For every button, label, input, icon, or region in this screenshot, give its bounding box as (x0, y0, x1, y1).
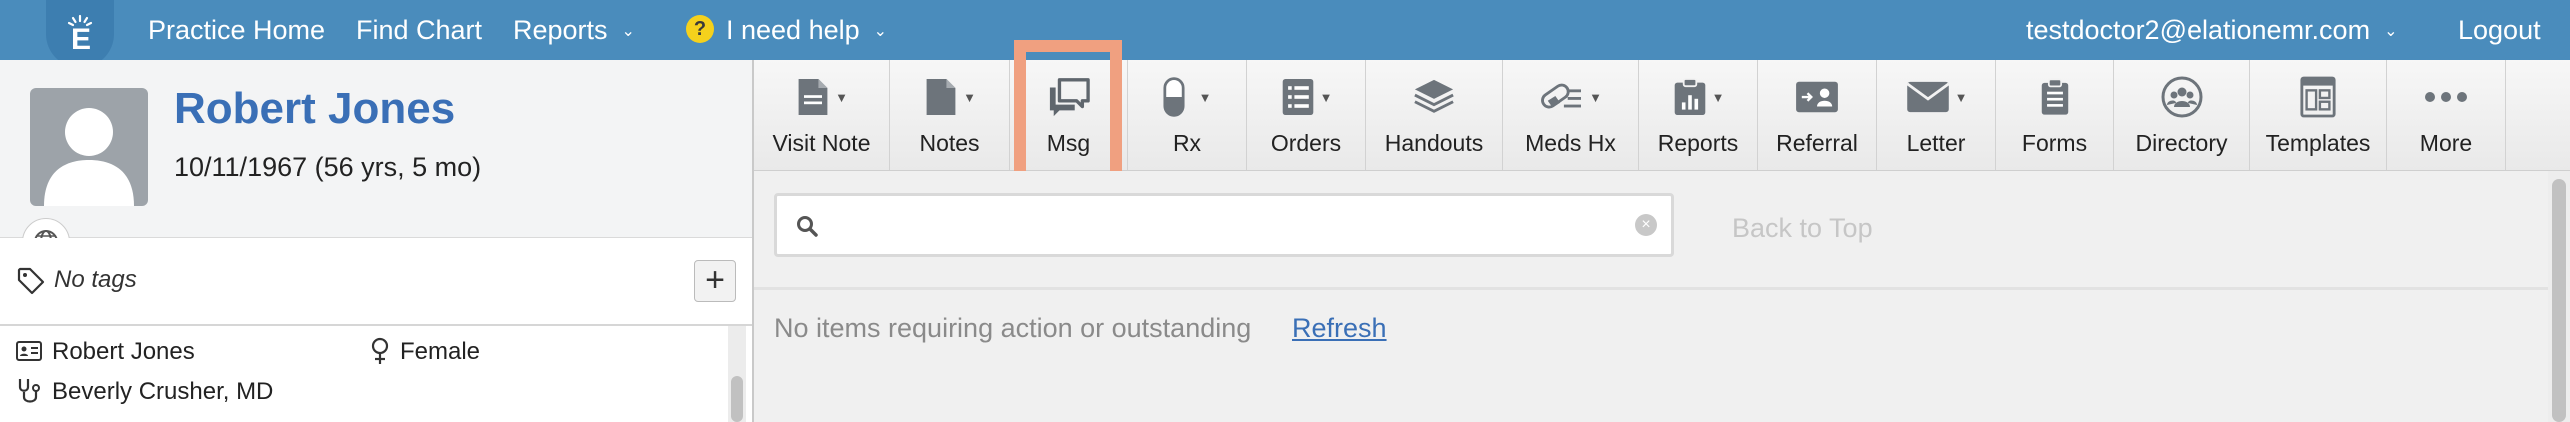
pill-icon (1163, 77, 1185, 117)
divider (754, 287, 2548, 290)
sidebar-scrollbar[interactable] (728, 326, 746, 422)
user-email: testdoctor2@elationemr.com (2026, 15, 2371, 45)
msg-button[interactable]: Msg (1010, 60, 1128, 170)
patient-info: Robert Jones Female Beverly Crusher, MD (0, 326, 726, 422)
layers-icon (1414, 79, 1454, 113)
note-icon (926, 79, 956, 115)
visit-note-label: Visit Note (772, 130, 871, 156)
nav-find-chart[interactable]: Find Chart (356, 0, 482, 60)
logout-link[interactable]: Logout (2458, 0, 2541, 60)
refresh-link[interactable]: Refresh (1292, 313, 1387, 344)
referral-button[interactable]: Referral (1758, 60, 1877, 170)
caret-down-icon: ▼ (963, 89, 976, 105)
notes-button[interactable]: ▼ Notes (890, 60, 1010, 170)
info-sex-row: Female (370, 337, 481, 367)
tag-icon (17, 267, 45, 295)
main-content: × Back to Top No items requiring action … (754, 171, 2548, 422)
nav-help-label: I need help (726, 15, 860, 45)
tags-label: No tags (54, 266, 137, 293)
search-input[interactable] (829, 204, 1613, 248)
envelope-icon (1905, 81, 1950, 113)
nav-practice-home[interactable]: Practice Home (148, 0, 325, 60)
caret-down-icon: ▼ (1711, 89, 1725, 105)
templates-label: Templates (2265, 130, 2371, 156)
chevron-down-icon: ⌄ (2384, 22, 2398, 40)
clipboard-chart-icon (1674, 78, 1705, 115)
info-provider: Beverly Crusher, MD (52, 378, 274, 405)
letter-button[interactable]: ▼ Letter (1877, 60, 1996, 170)
orders-list-icon (1282, 79, 1313, 115)
more-button[interactable]: More (2387, 60, 2506, 170)
back-to-top-link[interactable]: Back to Top (1732, 213, 1873, 244)
logo-icon: E (67, 14, 93, 54)
directory-label: Directory (2135, 130, 2228, 156)
clear-icon[interactable]: × (1635, 214, 1657, 236)
meds-hx-button[interactable]: ▼ Meds Hx (1503, 60, 1639, 170)
templates-icon (2300, 76, 2336, 118)
patient-sidebar: Robert Jones 10/11/1967 (56 yrs, 5 mo) N… (0, 60, 754, 422)
msg-label: Msg (1046, 130, 1091, 156)
patient-header: Robert Jones 10/11/1967 (56 yrs, 5 mo) (0, 60, 752, 266)
patient-tags: No tags + (0, 238, 752, 326)
more-label: More (2419, 130, 2473, 156)
notes-label: Notes (919, 130, 980, 156)
patient-dob: 10/11/1967 (56 yrs, 5 mo) (174, 152, 482, 182)
caret-down-icon: ▼ (1954, 89, 1968, 105)
chat-bubbles-icon (1049, 78, 1090, 117)
patient-name[interactable]: Robert Jones (174, 84, 455, 134)
orders-label: Orders (1270, 130, 1342, 156)
forms-button[interactable]: Forms (1996, 60, 2114, 170)
reports-button[interactable]: ▼ Reports (1639, 60, 1758, 170)
patient-avatar[interactable] (30, 88, 148, 206)
search-box: × (774, 193, 1674, 257)
user-menu[interactable]: testdoctor2@elationemr.com ⌄ (2026, 0, 2397, 60)
referral-label: Referral (1776, 130, 1858, 156)
handouts-label: Handouts (1384, 130, 1484, 156)
directory-icon (2161, 76, 2202, 118)
person-icon (44, 108, 134, 206)
clipboard-icon (2041, 78, 2068, 115)
chevron-down-icon: ⌄ (621, 22, 635, 40)
templates-button[interactable]: Templates (2250, 60, 2387, 170)
top-nav-bar: E Practice Home Find Chart Reports ⌄ ? I n… (0, 0, 2570, 68)
more-dots-icon (2425, 92, 2467, 102)
document-icon (798, 79, 828, 115)
nav-reports-menu[interactable]: Reports ⌄ (513, 0, 635, 60)
rx-button[interactable]: ▼ Rx (1128, 60, 1247, 170)
search-icon (797, 216, 818, 237)
nav-reports-label: Reports (513, 15, 608, 45)
directory-button[interactable]: Directory (2114, 60, 2250, 170)
id-card-icon (16, 340, 42, 361)
caret-down-icon: ▼ (835, 89, 848, 105)
female-icon (371, 337, 389, 364)
forms-label: Forms (2021, 130, 2088, 156)
empty-state-message: No items requiring action or outstanding (774, 313, 1252, 343)
add-tag-button[interactable]: + (694, 260, 736, 302)
letter-label: Letter (1906, 130, 1966, 156)
meds-hx-label: Meds Hx (1525, 130, 1616, 156)
rx-label: Rx (1172, 130, 1202, 156)
chevron-down-icon: ⌄ (873, 22, 888, 40)
nav-help-menu[interactable]: ? I need help ⌄ (686, 0, 887, 60)
caret-down-icon: ▼ (1589, 89, 1602, 105)
reports-label: Reports (1657, 130, 1739, 156)
orders-button[interactable]: ▼ Orders (1247, 60, 1366, 170)
visit-note-button[interactable]: ▼ Visit Note (754, 60, 890, 170)
caret-down-icon: ▼ (1198, 89, 1212, 105)
help-icon: ? (686, 14, 714, 43)
chart-toolbar: ▼ Visit Note ▼ Notes Msg ▼ Rx ▼ Orders H… (754, 60, 2570, 171)
elation-logo[interactable]: E (46, 0, 114, 68)
info-name: Robert Jones (52, 338, 195, 365)
content-scrollbar[interactable] (2548, 171, 2570, 422)
caret-down-icon: ▼ (1319, 89, 1333, 105)
svg-text:E: E (71, 23, 91, 54)
stethoscope-icon (18, 378, 40, 403)
info-sex: Female (400, 338, 481, 365)
medications-icon (1541, 83, 1582, 109)
referral-icon (1796, 81, 1838, 113)
handouts-button[interactable]: Handouts (1366, 60, 1503, 170)
info-provider-row: Beverly Crusher, MD (16, 378, 273, 407)
info-name-row: Robert Jones (16, 338, 195, 366)
